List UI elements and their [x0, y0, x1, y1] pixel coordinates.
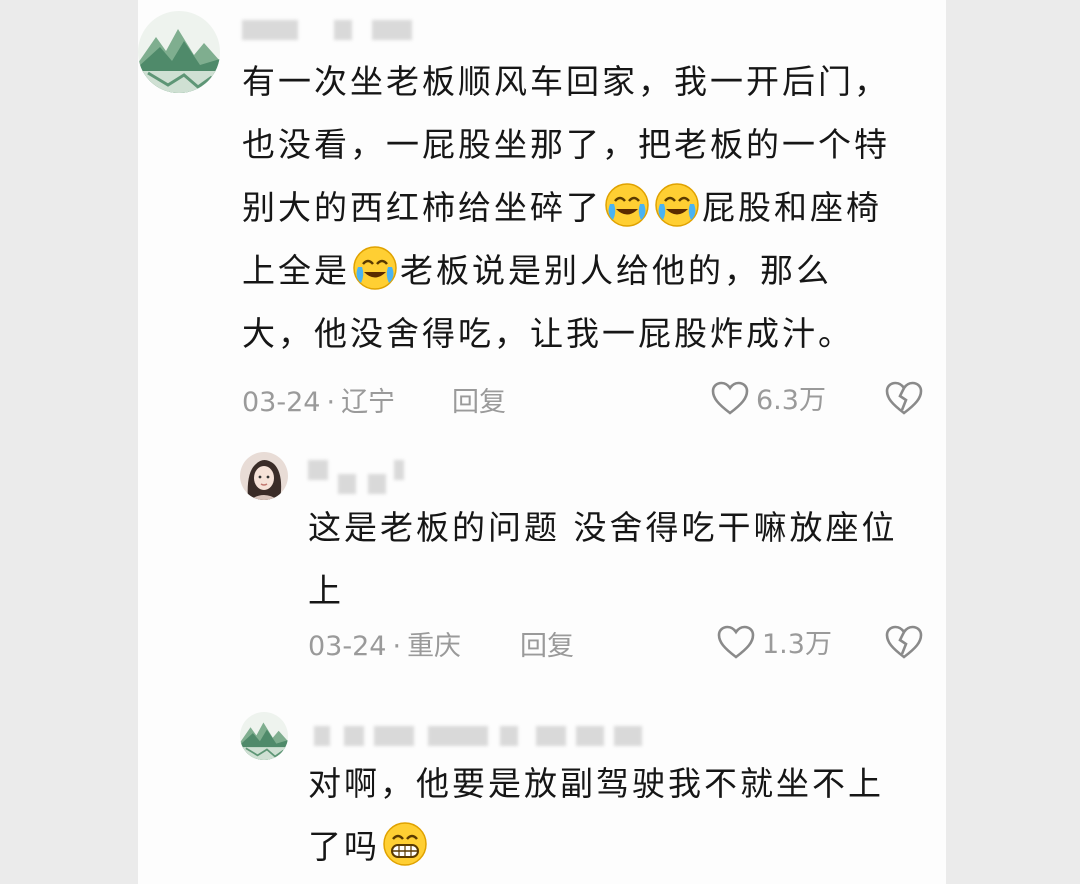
landscape-avatar-icon[interactable] [138, 11, 220, 93]
landscape-avatar-icon[interactable] [240, 712, 288, 760]
comment-date: 03-24 [242, 387, 321, 418]
comment-item: 有一次坐老板顺风车回家，我一开后门，也没看，一屁股坐那了，把老板的一个特别大的西… [138, 0, 946, 440]
broken-heart-icon [885, 625, 923, 659]
screenshot-page: 有一次坐老板顺风车回家，我一开后门，也没看，一屁股坐那了，把老板的一个特别大的西… [0, 0, 1080, 884]
username-redacted[interactable] [242, 20, 412, 40]
like-count: 1.3万 [762, 629, 832, 660]
broken-heart-icon [885, 381, 923, 415]
like-count: 6.3万 [756, 385, 826, 416]
like-button[interactable]: 6.3万 [710, 378, 826, 417]
comment-list: 有一次坐老板顺风车回家，我一开后门，也没看，一屁股坐那了，把老板的一个特别大的西… [138, 0, 946, 884]
dislike-button[interactable] [884, 380, 924, 416]
reply-item: 对啊，他要是放副驾驶我不就坐不上了吗 [138, 700, 946, 884]
comment-location: 重庆 [407, 631, 462, 662]
reply-button[interactable]: 回复 [520, 624, 574, 663]
crying-laughing-emoji-icon [352, 245, 398, 291]
reply-text: 这是老板的问题 没舍得吃干嘛放座位上 [308, 508, 898, 610]
comment-meta: 03-24 · 重庆 [308, 631, 462, 662]
heart-icon [711, 381, 749, 415]
comment-text: 有一次坐老板顺风车回家，我一开后门，也没看，一屁股坐那了，把老板的一个特别大的西… [242, 62, 890, 353]
username-redacted[interactable] [308, 460, 404, 494]
username-redacted[interactable] [314, 726, 642, 746]
comment-location: 辽宁 [341, 387, 396, 418]
like-button[interactable]: 1.3万 [716, 622, 832, 661]
reply-text: 对啊，他要是放副驾驶我不就坐不上了吗 [308, 764, 884, 867]
comment-meta: 03-24 · 辽宁 [242, 387, 396, 418]
crying-laughing-emoji-icon [654, 182, 700, 228]
crying-laughing-emoji-icon [604, 182, 650, 228]
reply-item: 这是老板的问题 没舍得吃干嘛放座位上 03-24 · 重庆 回复 1.3万 [138, 440, 946, 680]
girl-avatar-icon[interactable] [240, 452, 288, 500]
comment-date: 03-24 [308, 631, 387, 662]
dislike-button[interactable] [884, 624, 924, 660]
reply-button[interactable]: 回复 [452, 380, 506, 419]
heart-icon [717, 625, 755, 659]
grinning-emoji-icon [382, 821, 428, 867]
